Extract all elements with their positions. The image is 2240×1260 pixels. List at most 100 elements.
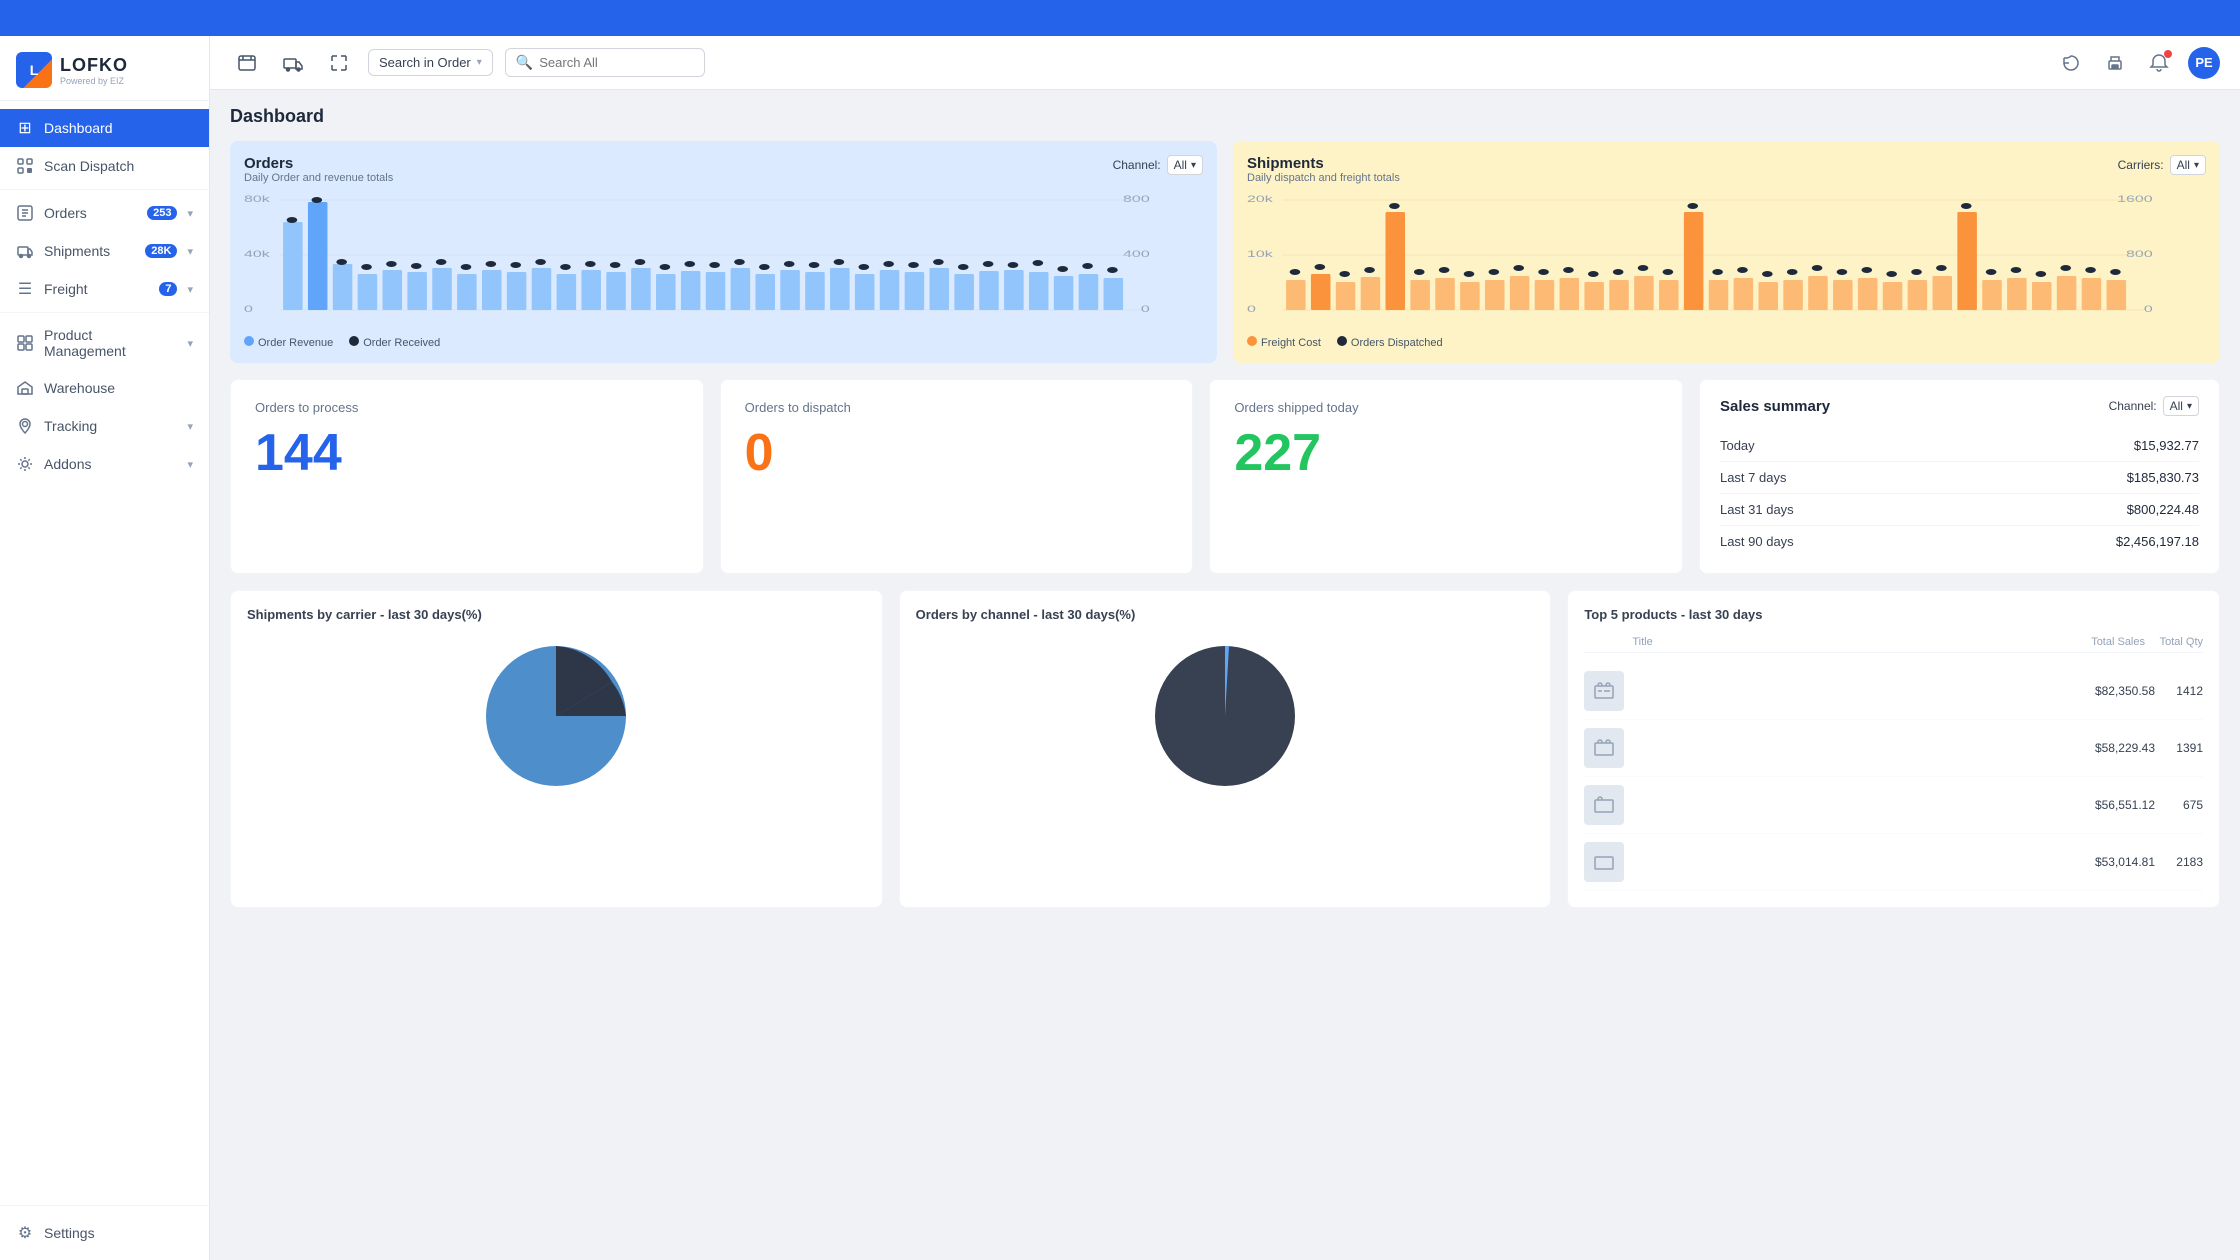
- orders-channel-title: Orders by channel - last 30 days(%): [916, 607, 1535, 622]
- orders-shipped-today-value: 227: [1234, 427, 1658, 479]
- product-qty-4: 2183: [2163, 855, 2203, 869]
- user-avatar[interactable]: PE: [2188, 47, 2220, 79]
- sidebar-item-orders[interactable]: Orders 253 ▾: [0, 194, 209, 232]
- svg-text:80k: 80k: [244, 194, 270, 204]
- shipments-badge: 28K: [145, 244, 177, 258]
- orders-icon: [16, 204, 34, 222]
- product-thumbnail: [1584, 785, 1624, 825]
- stats-sales-row: Orders to process 144 Orders to dispatch…: [230, 379, 2220, 574]
- orders-to-dispatch-value: 0: [745, 427, 1169, 479]
- carriers-dropdown[interactable]: All ▾: [2170, 155, 2206, 175]
- search-icon: 🔍: [516, 54, 533, 71]
- shipments-chart-legend: Freight Cost Orders Dispatched: [1247, 336, 2206, 349]
- svg-text:400: 400: [1123, 249, 1150, 259]
- sidebar-item-freight[interactable]: ☰ Freight 7 ▾: [0, 270, 209, 308]
- svg-text:0: 0: [2144, 304, 2153, 314]
- sales-summary-title: Sales summary: [1720, 398, 1830, 415]
- sidebar-item-label: Orders: [44, 205, 137, 221]
- orders-shipped-today-label: Orders shipped today: [1234, 400, 1658, 415]
- chevron-icon: ▾: [187, 283, 193, 296]
- sales-row-90days: Last 90 days $2,456,197.18: [1720, 526, 2199, 557]
- dashboard-icon: ⊞: [16, 119, 34, 137]
- carrier-pie-svg: [476, 636, 636, 796]
- expand-icon-btn[interactable]: [322, 46, 356, 80]
- settings-icon: ⚙: [16, 1224, 34, 1242]
- logo-area: L LOFKO Powered by EIZ: [0, 36, 209, 101]
- sidebar-item-settings[interactable]: ⚙ Settings: [0, 1214, 209, 1252]
- top-products-title: Top 5 products - last 30 days: [1584, 607, 2203, 622]
- refresh-icon-btn[interactable]: [2056, 48, 2086, 78]
- dropdown-chevron-icon: ▾: [477, 57, 482, 68]
- shipments-bar-chart: 20k 10k 0 1600 800 0: [1247, 192, 2206, 322]
- sidebar: L LOFKO Powered by EIZ ⊞ Dashboard Scan …: [0, 36, 210, 1260]
- product-sales-3: $56,551.12: [2075, 798, 2155, 812]
- channel-pie-svg: [1145, 636, 1305, 796]
- chevron-icon: ▾: [187, 337, 193, 350]
- sidebar-item-label: Addons: [44, 456, 177, 472]
- orders-chart-area: 80k 40k 0 800 400 0: [244, 192, 1203, 332]
- shipments-icon: [16, 242, 34, 260]
- product-thumbnail: [1584, 842, 1624, 882]
- search-order-label: Search in Order: [379, 55, 471, 70]
- orders-to-dispatch-label: Orders to dispatch: [745, 400, 1169, 415]
- sidebar-item-label: Shipments: [44, 243, 135, 259]
- sidebar-item-label: Tracking: [44, 418, 177, 434]
- truck-icon-btn[interactable]: [276, 46, 310, 80]
- sales-row-7days: Last 7 days $185,830.73: [1720, 462, 2199, 494]
- sidebar-item-addons[interactable]: Addons ▾: [0, 445, 209, 483]
- product-qty-3: 675: [2163, 798, 2203, 812]
- product-row-1: $82,350.58 1412: [1584, 663, 2203, 720]
- logo-icon: L: [16, 52, 52, 88]
- sidebar-item-label: Dashboard: [44, 120, 193, 136]
- search-input[interactable]: [539, 55, 694, 70]
- col-title: Title: [1632, 636, 2057, 648]
- product-qty-1: 1412: [2163, 684, 2203, 698]
- product-row-2: $58,229.43 1391: [1584, 720, 2203, 777]
- orders-chart-card: Orders Daily Order and revenue totals Ch…: [230, 141, 1217, 363]
- svg-text:0: 0: [1247, 304, 1256, 314]
- product-row-3: $56,551.12 675: [1584, 777, 2203, 834]
- sales-rows: Today $15,932.77 Last 7 days $185,830.73…: [1720, 430, 2199, 557]
- chevron-icon: ▾: [187, 420, 193, 433]
- sidebar-item-dashboard[interactable]: ⊞ Dashboard: [0, 109, 209, 147]
- product-thumbnail: [1584, 728, 1624, 768]
- orders-badge: 253: [147, 206, 177, 220]
- bottom-row: Shipments by carrier - last 30 days(%) O…: [230, 590, 2220, 908]
- product-sales-4: $53,014.81: [2075, 855, 2155, 869]
- print-icon-btn[interactable]: [2100, 48, 2130, 78]
- charts-row: Orders Daily Order and revenue totals Ch…: [230, 141, 2220, 363]
- orders-to-dispatch-card: Orders to dispatch 0: [720, 379, 1194, 574]
- svg-text:0: 0: [1141, 304, 1150, 314]
- shipments-chart-subtitle: Daily dispatch and freight totals: [1247, 172, 1400, 184]
- chevron-icon: ▾: [187, 458, 193, 471]
- nav-section: ⊞ Dashboard Scan Dispatch Orders 253 ▾: [0, 101, 209, 1205]
- channel-dropdown[interactable]: All ▾: [1167, 155, 1203, 175]
- bell-icon-btn[interactable]: [2144, 48, 2174, 78]
- shipments-chart-area: 20k 10k 0 1600 800 0: [1247, 192, 2206, 332]
- search-order-dropdown[interactable]: Search in Order ▾: [368, 49, 493, 76]
- carrier-label: Carriers:: [2118, 158, 2164, 172]
- logo-sub: Powered by EIZ: [60, 76, 128, 86]
- sidebar-item-scan-dispatch[interactable]: Scan Dispatch: [0, 147, 209, 185]
- addons-icon: [16, 455, 34, 473]
- chevron-icon: ▾: [187, 207, 193, 220]
- svg-text:0: 0: [244, 304, 253, 314]
- sidebar-item-shipments[interactable]: Shipments 28K ▾: [0, 232, 209, 270]
- inbox-icon-btn[interactable]: [230, 46, 264, 80]
- product-thumbnail: [1584, 671, 1624, 711]
- sales-row-31days: Last 31 days $800,224.48: [1720, 494, 2199, 526]
- sidebar-item-tracking[interactable]: Tracking ▾: [0, 407, 209, 445]
- sales-channel-dropdown[interactable]: All ▾: [2163, 396, 2199, 416]
- header-right: PE: [2056, 47, 2220, 79]
- sidebar-item-product-management[interactable]: Product Management ▾: [0, 317, 209, 369]
- shipments-by-carrier-card: Shipments by carrier - last 30 days(%): [230, 590, 883, 908]
- scan-icon: [16, 157, 34, 175]
- dashboard-content: Dashboard Orders Daily Order and revenue…: [210, 90, 2240, 1260]
- orders-by-channel-card: Orders by channel - last 30 days(%): [899, 590, 1552, 908]
- orders-shipped-today-card: Orders shipped today 227: [1209, 379, 1683, 574]
- svg-text:20k: 20k: [1247, 194, 1273, 204]
- svg-text:800: 800: [2126, 249, 2153, 259]
- search-input-wrapper[interactable]: 🔍: [505, 48, 705, 77]
- sidebar-item-label: Warehouse: [44, 380, 193, 396]
- sidebar-item-warehouse[interactable]: Warehouse: [0, 369, 209, 407]
